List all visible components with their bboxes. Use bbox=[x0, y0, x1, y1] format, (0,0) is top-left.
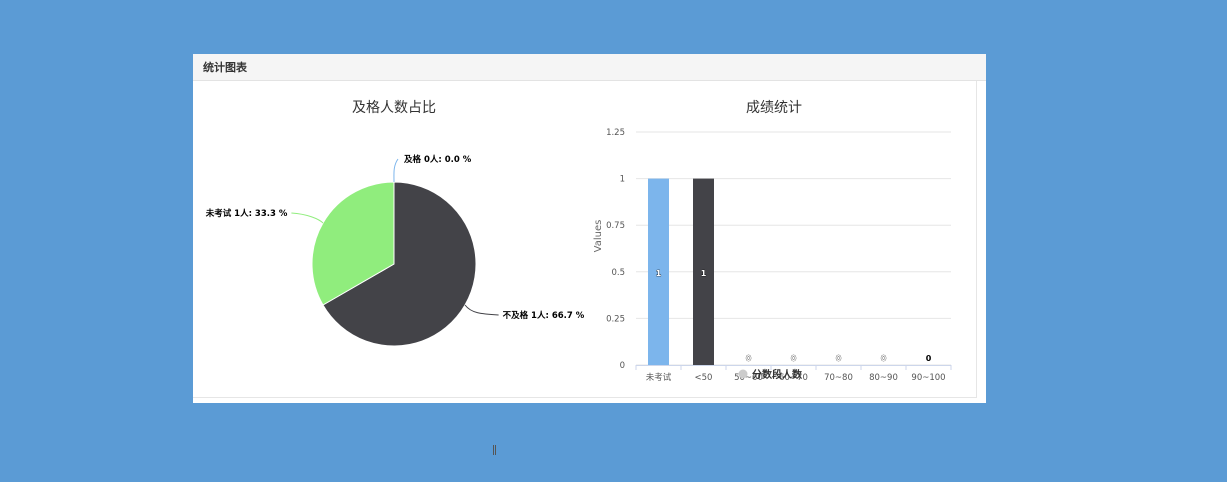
y-tick-label: 1.25 bbox=[606, 128, 625, 138]
bar-data-label-3: 0 bbox=[791, 354, 797, 363]
x-tick-label-0: 未考试 bbox=[646, 372, 672, 383]
pie-connector-1 bbox=[464, 304, 499, 316]
bar-chart: 成绩统计 Values 0 0.25 0.5 0.75 1 1.25 1 1 0 0 0 0 0 未考… bbox=[593, 100, 952, 383]
x-tick-label-6: 90~100 bbox=[911, 373, 945, 383]
x-tick-label-4: 70~80 bbox=[824, 373, 853, 383]
bar-data-label-5: 0 bbox=[881, 354, 887, 363]
y-tick-label: 1 bbox=[620, 175, 625, 185]
pie-label-2: 未考试 1人: 33.3 % bbox=[205, 208, 288, 219]
y-tick-label: 0.25 bbox=[606, 314, 625, 324]
x-tick-label-5: 80~90 bbox=[869, 373, 898, 383]
y-tick-label: 0 bbox=[620, 361, 625, 371]
bar-data-label-1: 1 bbox=[701, 269, 707, 278]
y-axis-label: Values bbox=[593, 220, 604, 253]
pie-chart-title: 及格人数占比 bbox=[352, 100, 436, 116]
pie-connector-0 bbox=[393, 158, 399, 183]
stats-panel: 统计图表 及格人数占比 及格 0人: 0.0 % 不及格 1人: 66.7 % 未考… bbox=[193, 54, 986, 403]
pie-label-1: 不及格 1人: 66.7 % bbox=[503, 310, 585, 321]
bar-data-label-6: 0 bbox=[926, 354, 932, 363]
legend-marker bbox=[738, 369, 748, 379]
bar-data-label-4: 0 bbox=[836, 354, 842, 363]
bar-data-label-0: 1 bbox=[656, 269, 662, 278]
pie-connector-2 bbox=[291, 212, 324, 224]
y-tick-label: 0.5 bbox=[611, 268, 625, 278]
text-cursor-icon bbox=[493, 445, 496, 455]
x-tick-label-1: <50 bbox=[695, 373, 713, 383]
y-tick-label: 0.75 bbox=[606, 221, 625, 231]
bar-data-label-2: 0 bbox=[746, 354, 752, 363]
legend-label: 分数段人数 bbox=[752, 368, 803, 381]
pie-chart: 及格人数占比 及格 0人: 0.0 % 不及格 1人: 66.7 % 未考试 1人:… bbox=[205, 100, 585, 347]
bar-chart-title: 成绩统计 bbox=[746, 100, 802, 116]
pie-label-0: 及格 0人: 0.0 % bbox=[404, 154, 472, 165]
panel-title: 统计图表 bbox=[193, 54, 986, 81]
